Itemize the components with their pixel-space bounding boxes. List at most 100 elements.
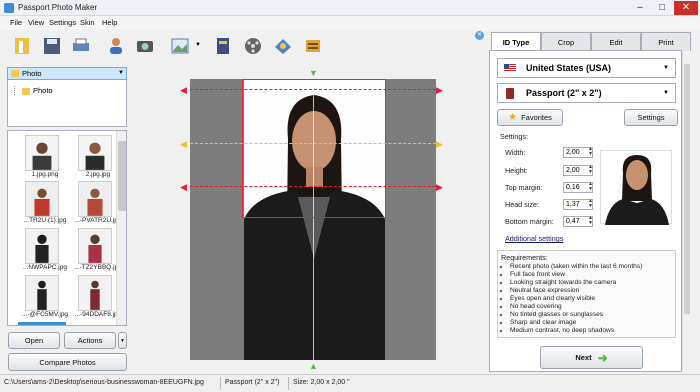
thumbnail-list: 1.jpg.png 2.jpg.jpg ...TR2U (1).jpg ...-… (7, 130, 127, 326)
head-size-label: Head size: (505, 200, 539, 209)
chin-guide-handle-left[interactable]: ◀ (180, 182, 187, 193)
help-icon[interactable] (300, 33, 326, 59)
tree-item-photo[interactable]: Photo (33, 86, 53, 95)
top-guide-line[interactable] (190, 89, 436, 90)
list-item[interactable]: ...TR2U (1).jpg (17, 181, 73, 224)
eye-guide-line[interactable] (190, 143, 436, 144)
height-label: Height: (505, 166, 528, 175)
list-item[interactable]: 1.jpg.png (17, 135, 73, 178)
favorites-button[interactable]: ★ Favorites (497, 109, 563, 126)
chin-guide-handle-right[interactable]: ▶ (436, 182, 443, 193)
chevron-down-icon: ▼ (663, 90, 669, 96)
actions-dropdown-button[interactable]: ▼ (118, 332, 127, 349)
passport-icon (506, 87, 514, 99)
bottom-margin-stepper[interactable]: ▲ ▼ (586, 216, 595, 227)
requirement-item: Neutral face expression (510, 287, 642, 295)
picture-icon[interactable] (167, 33, 193, 59)
thumbnail-scrollbar[interactable] (116, 131, 126, 325)
folder-select-label: Photo (22, 69, 42, 78)
panel-scrollbar[interactable] (682, 52, 690, 370)
camera-icon[interactable] (132, 33, 158, 59)
top-guide-handle-right[interactable]: ▶ (436, 85, 443, 96)
menu-help[interactable]: Help (102, 18, 117, 27)
menu-skin[interactable]: Skin (80, 18, 95, 27)
status-path: C:\Users\ams-2\Desktop\serious-businessw… (4, 379, 204, 386)
chevron-down-icon: ▼ (663, 65, 669, 71)
menu-view[interactable]: View (28, 18, 44, 27)
close-icon[interactable]: ✕ (475, 31, 484, 40)
film-icon[interactable] (240, 33, 266, 59)
save-icon[interactable] (39, 33, 65, 59)
country-select-label: United States (USA) (526, 63, 612, 73)
requirement-item: Sharp and clear image (510, 319, 642, 327)
maximize-button[interactable]: □ (652, 1, 672, 15)
eye-guide-handle-left[interactable]: ◀ (180, 139, 187, 150)
menu-bar: File View Settings Skin Help (0, 16, 700, 30)
head-size-stepper[interactable]: ▲ ▼ (586, 199, 595, 210)
width-label: Width: (505, 148, 526, 157)
status-size: Size: 2,00 x 2,00 '' (293, 379, 350, 386)
thumbnail-label: ...TR2U (1).jpg (23, 217, 67, 224)
user-icon[interactable] (103, 33, 129, 59)
selection-indicator (18, 322, 66, 325)
wizard-icon[interactable] (10, 33, 36, 59)
tab-id-type[interactable]: ID Type (491, 32, 541, 51)
status-document: Passport (2" x 2") (225, 379, 280, 386)
width-stepper[interactable]: ▲ ▼ (586, 147, 595, 158)
document-select[interactable]: Passport (2" x 2") ▼ (497, 83, 676, 103)
top-margin-label: Top margin: (505, 183, 543, 192)
requirements-title: Requirements: (501, 253, 548, 262)
toolbar: ▼ (0, 30, 482, 62)
share-icon[interactable] (270, 33, 296, 59)
center-handle-top[interactable]: ▼ (309, 68, 318, 78)
thumbnail-label: ...NWPAPC.jpg (23, 264, 67, 271)
next-label: Next (575, 353, 592, 362)
window-title: Passport Photo Maker (18, 3, 98, 12)
menu-settings[interactable]: Settings (49, 18, 76, 27)
requirements-list: Recent photo (taken within the last 6 mo… (510, 263, 642, 335)
next-button[interactable]: Next ➜ (540, 346, 643, 369)
list-item[interactable]: ...-@FC5MV.jpg (17, 275, 73, 318)
actions-button[interactable]: Actions (64, 332, 116, 349)
list-item[interactable]: ...NWPAPC.jpg (17, 228, 73, 271)
arrow-right-icon: ➜ (597, 350, 608, 365)
flag-icon (504, 64, 516, 72)
thumbnail-label: ...-@FC5MV.jpg (21, 311, 69, 318)
center-handle-bottom[interactable]: ▲ (309, 361, 318, 371)
settings-button[interactable]: Settings (624, 109, 678, 126)
chin-guide-line[interactable] (190, 186, 436, 187)
chevron-down-icon[interactable]: ▼ (195, 42, 201, 48)
preview-photo (600, 150, 672, 225)
requirement-item: No tinted glasses or sunglasses (510, 311, 642, 319)
folder-select[interactable]: Photo ▼ (7, 67, 127, 80)
favorites-label: Favorites (521, 113, 552, 122)
country-select[interactable]: United States (USA) ▼ (497, 58, 676, 78)
additional-settings-link[interactable]: Additional settings (505, 234, 563, 243)
minimize-button[interactable]: – (630, 1, 650, 15)
title-bar: Passport Photo Maker – □ ✕ (0, 0, 700, 16)
tab-crop[interactable]: Crop (541, 32, 591, 51)
open-button[interactable]: Open (8, 332, 60, 349)
thumbnail-label: 1.jpg.png (31, 171, 59, 178)
bottom-margin-label: Bottom margin: (505, 217, 554, 226)
eye-guide-handle-right[interactable]: ▶ (436, 139, 443, 150)
document-select-label: Passport (2" x 2") (526, 88, 602, 98)
close-button[interactable]: ✕ (674, 1, 698, 15)
app-icon (4, 3, 14, 13)
height-stepper[interactable]: ▲ ▼ (586, 165, 595, 176)
settings-title: Settings: (500, 132, 528, 141)
requirement-item: Medium contrast, no deep shadows (510, 327, 642, 335)
requirement-item: Full face front view (510, 271, 642, 279)
top-guide-handle-left[interactable]: ◀ (180, 85, 187, 96)
tab-edit[interactable]: Edit (591, 32, 641, 51)
requirements-box: Requirements: Recent photo (taken within… (497, 250, 676, 338)
top-margin-stepper[interactable]: ▲ ▼ (586, 182, 595, 193)
status-bar: C:\Users\ams-2\Desktop\serious-businessw… (0, 374, 700, 392)
requirement-item: No head covering (510, 303, 642, 311)
crop-frame[interactable] (242, 79, 386, 218)
compare-photos-button[interactable]: Compare Photos (8, 353, 127, 371)
tab-print[interactable]: Print (641, 32, 691, 51)
menu-file[interactable]: File (10, 18, 22, 27)
print-icon[interactable] (68, 33, 94, 59)
book-icon[interactable] (210, 33, 236, 59)
